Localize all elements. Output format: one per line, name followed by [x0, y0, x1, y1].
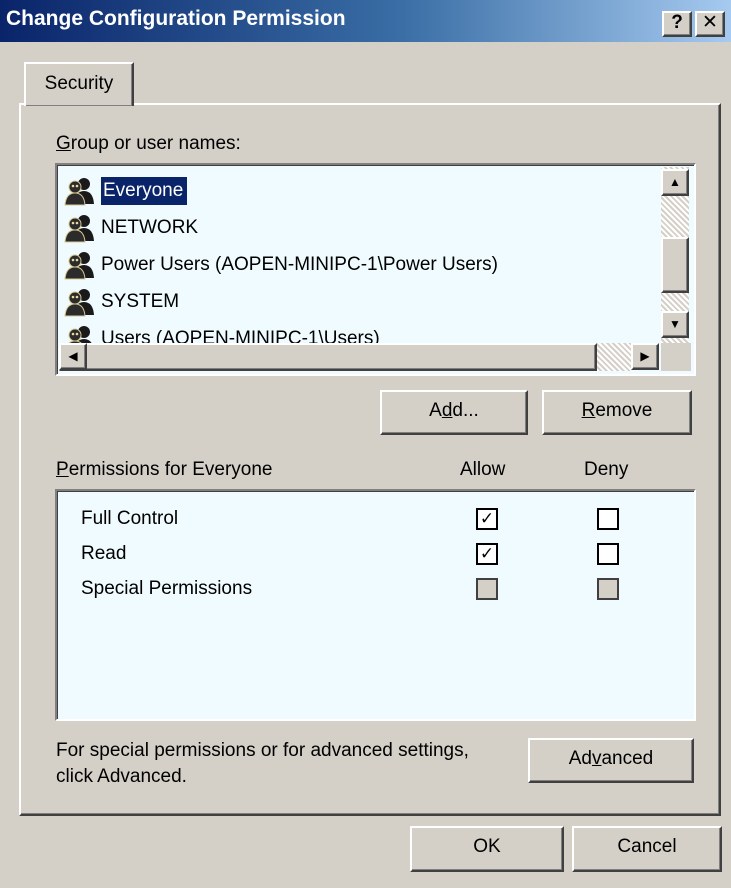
advanced-hint-line1: For special permissions or for advanced … — [56, 740, 469, 761]
list-item[interactable]: NETWORK — [63, 210, 198, 246]
close-button[interactable]: ✕ — [695, 11, 725, 37]
window-title: Change Configuration Permission — [6, 7, 346, 30]
tab-security-label: Security — [44, 73, 114, 94]
list-item[interactable]: Everyone — [63, 173, 188, 209]
scroll-left-button[interactable]: ◀ — [59, 343, 87, 370]
cancel-button[interactable]: Cancel — [572, 826, 722, 872]
horizontal-scroll-thumb[interactable] — [59, 343, 597, 371]
vertical-scroll-thumb[interactable] — [661, 237, 689, 293]
allow-checkbox[interactable]: ✓ — [476, 543, 498, 565]
scroll-down-button[interactable]: ▼ — [661, 311, 689, 338]
scroll-right-button[interactable]: ▶ — [631, 343, 659, 370]
permission-name: Special Permissions — [81, 578, 253, 599]
allow-checkbox[interactable]: ✓ — [476, 508, 498, 530]
scroll-up-button[interactable]: ▲ — [661, 169, 689, 196]
horizontal-scroll-track[interactable] — [597, 343, 631, 371]
list-item-label: SYSTEM — [101, 291, 180, 312]
advanced-hint: For special permissions or for advanced … — [56, 738, 469, 790]
user-list[interactable]: Everyone NETWORK Power Users (AOPEN-MINIPC… — [55, 163, 696, 376]
tab-security[interactable]: Security — [24, 62, 134, 106]
permission-name: Read — [81, 543, 127, 564]
deny-checkbox[interactable] — [597, 508, 619, 530]
deny-checkbox — [597, 578, 619, 600]
permissions-label: Permissions for Everyone — [56, 459, 273, 480]
ok-button[interactable]: OK — [410, 826, 564, 872]
list-item-label: Power Users (AOPEN-MINIPC-1\Power Users) — [101, 254, 498, 275]
users-group-icon — [63, 250, 97, 280]
title-bar[interactable]: Change Configuration Permission ? ✕ — [0, 0, 731, 42]
list-item[interactable]: SYSTEM — [63, 284, 179, 320]
group-names-label: Group or user names: — [56, 133, 241, 154]
scrollbar-corner — [661, 343, 691, 371]
advanced-button[interactable]: Advanced — [528, 738, 694, 783]
list-item-label: NETWORK — [101, 217, 199, 238]
permissions-list: Full Control ✓ Read ✓ Special Permissions — [55, 489, 696, 721]
help-button[interactable]: ? — [662, 11, 692, 37]
permission-name: Full Control — [81, 508, 179, 529]
allow-column-header: Allow — [460, 459, 506, 480]
remove-button[interactable]: Remove — [542, 390, 692, 435]
list-item-label: Everyone — [101, 177, 188, 205]
advanced-hint-line2: click Advanced. — [56, 766, 187, 787]
deny-checkbox[interactable] — [597, 543, 619, 565]
add-button[interactable]: Add... — [380, 390, 528, 435]
deny-column-header: Deny — [584, 459, 629, 480]
users-group-icon — [63, 176, 97, 206]
users-group-icon — [63, 213, 97, 243]
list-item[interactable]: Power Users (AOPEN-MINIPC-1\Power Users) — [63, 247, 498, 283]
allow-checkbox — [476, 578, 498, 600]
users-group-icon — [63, 287, 97, 317]
